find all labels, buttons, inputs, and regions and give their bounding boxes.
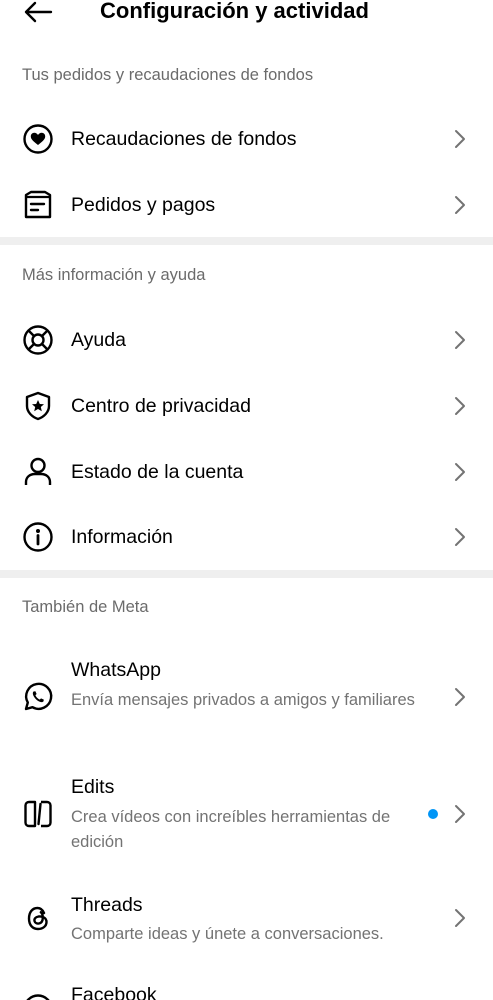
menu-item-privacy-center[interactable]: Centro de privacidad <box>0 381 493 431</box>
section-divider <box>0 570 493 578</box>
menu-item-label: Threads <box>71 894 143 916</box>
menu-item-facebook[interactable]: Facebook <box>0 975 493 1000</box>
menu-item-label: Ayuda <box>71 329 126 351</box>
chevron-right-icon <box>450 328 470 352</box>
menu-item-label: Estado de la cuenta <box>71 461 244 483</box>
chevron-right-icon <box>450 193 470 217</box>
facebook-icon <box>22 993 54 1000</box>
back-button[interactable] <box>20 0 56 26</box>
menu-item-orders-payments[interactable]: Pedidos y pagos <box>0 180 493 230</box>
menu-item-whatsapp[interactable]: WhatsApp Envía mensajes privados a amigo… <box>0 650 493 745</box>
menu-item-label: Centro de privacidad <box>71 395 251 417</box>
chevron-right-icon <box>450 394 470 418</box>
person-icon <box>22 456 54 488</box>
menu-item-label: WhatsApp <box>71 659 161 681</box>
lifebuoy-icon <box>22 324 54 356</box>
shield-star-icon <box>22 390 54 422</box>
menu-item-help[interactable]: Ayuda <box>0 315 493 365</box>
top-bar: Configuración y actividad <box>0 0 493 36</box>
chevron-right-icon <box>450 127 470 151</box>
edits-icon <box>22 798 54 830</box>
menu-item-label: Edits <box>71 776 115 798</box>
chevron-right-icon <box>450 525 470 549</box>
threads-icon <box>22 902 54 934</box>
menu-item-label: Facebook <box>71 984 157 1000</box>
section-header-help: Más información y ayuda <box>22 266 206 284</box>
menu-item-account-status[interactable]: Estado de la cuenta <box>0 447 493 497</box>
menu-item-subtitle: Envía mensajes privados a amigos y famil… <box>71 691 415 709</box>
menu-item-label: Recaudaciones de fondos <box>71 128 297 150</box>
menu-item-label: Información <box>71 526 173 548</box>
chevron-right-icon <box>450 906 470 930</box>
chevron-right-icon <box>450 685 470 709</box>
receipt-icon <box>22 189 54 221</box>
section-divider <box>0 237 493 245</box>
menu-item-subtitle: Crea vídeos con increíbles herramientas … <box>71 808 391 851</box>
menu-item-fundraisers[interactable]: Recaudaciones de fondos <box>0 114 493 164</box>
info-icon <box>22 521 54 553</box>
section-header-meta: También de Meta <box>22 598 149 616</box>
menu-item-subtitle: Comparte ideas y únete a conversaciones. <box>71 925 384 943</box>
new-badge-dot <box>428 809 438 819</box>
menu-item-label: Pedidos y pagos <box>71 194 216 216</box>
chevron-right-icon <box>450 460 470 484</box>
page-title: Configuración y actividad <box>100 0 369 23</box>
arrow-left-icon <box>24 1 53 23</box>
menu-item-threads[interactable]: Threads Comparte ideas y únete a convers… <box>0 884 493 964</box>
menu-item-edits[interactable]: Edits Crea vídeos con increíbles herrami… <box>0 767 493 862</box>
menu-item-information[interactable]: Información <box>0 512 493 562</box>
whatsapp-icon <box>22 681 54 713</box>
section-header-orders: Tus pedidos y recaudaciones de fondos <box>22 66 314 84</box>
heart-circle-icon <box>22 123 54 155</box>
chevron-right-icon <box>450 802 470 826</box>
